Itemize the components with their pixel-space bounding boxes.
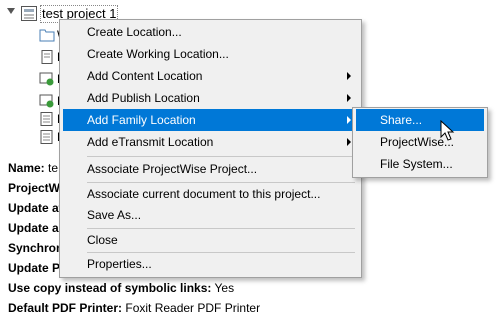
folder-icon <box>39 29 55 42</box>
document-icon <box>41 50 53 64</box>
property-row: Update at <box>8 198 63 218</box>
menu-item-add-family-location[interactable]: Add Family Location <box>63 109 358 131</box>
content-location-icon <box>39 72 54 86</box>
menu-item-label: Add eTransmit Location <box>87 135 214 149</box>
menu-item-label: Add Family Location <box>87 113 196 127</box>
property-label: Update at <box>8 201 63 215</box>
property-label: Default PDF Printer: <box>8 301 123 315</box>
mouse-pointer-icon <box>440 120 455 141</box>
menu-item-label: Create Working Location... <box>87 47 229 61</box>
submenu-arrow-icon <box>347 94 351 102</box>
sheet-icon <box>40 112 53 126</box>
menu-item-label: Save As... <box>87 208 142 222</box>
menu-item-add-publish-location[interactable]: Add Publish Location <box>63 87 358 109</box>
property-label: Use copy instead of symbolic links: <box>8 281 212 295</box>
menu-item-label: Add Content Location <box>87 69 203 83</box>
menu-item-label: Share... <box>380 113 423 127</box>
property-value: Yes <box>214 281 235 295</box>
menu-item-associate-current-document[interactable]: Associate current document to this proje… <box>63 183 358 205</box>
property-row: Name: te <box>8 158 58 178</box>
property-value: Foxit Reader PDF Printer <box>125 301 261 315</box>
menu-item-add-etransmit-location[interactable]: Add eTransmit Location <box>63 131 358 153</box>
menu-item-label: File System... <box>380 157 453 171</box>
menu-item-close[interactable]: Close <box>63 229 358 251</box>
menu-item-label: Close <box>87 233 118 247</box>
property-row: Default PDF Printer: Foxit Reader PDF Pr… <box>8 298 260 318</box>
menu-item-save-as[interactable]: Save As... <box>63 204 358 226</box>
property-row: Update a <box>8 218 59 238</box>
menu-item-associate-projectwise-project[interactable]: Associate ProjectWise Project... <box>63 158 358 180</box>
tree-node-child[interactable]: F <box>0 126 64 148</box>
property-row: ProjectWi <box>8 178 63 198</box>
property-label: ProjectWi <box>8 181 64 195</box>
publish-location-icon <box>39 94 54 108</box>
context-menu: Create Location... Create Working Locati… <box>59 19 362 278</box>
project-icon <box>21 6 37 21</box>
menu-item-label: Create Location... <box>87 25 182 39</box>
tree-node-child[interactable]: F <box>0 46 64 68</box>
submenu-arrow-icon <box>347 116 351 124</box>
menu-item-add-content-location[interactable]: Add Content Location <box>63 65 358 87</box>
menu-item-create-location[interactable]: Create Location... <box>63 21 358 43</box>
property-label: Name: <box>8 161 45 175</box>
expand-arrow-icon[interactable] <box>7 8 15 14</box>
menu-item-label: Add Publish Location <box>87 91 200 105</box>
menu-item-properties[interactable]: Properties... <box>63 253 358 275</box>
tree-node-child[interactable]: W <box>0 24 68 46</box>
property-value: te <box>48 161 59 175</box>
family-location-submenu: Share... ProjectWise... File System... <box>352 107 488 178</box>
menu-item-label: Associate ProjectWise Project... <box>87 162 258 176</box>
property-row: Update P <box>8 258 60 278</box>
tree-node-child[interactable]: F <box>0 68 64 90</box>
submenu-item-share[interactable]: Share... <box>356 109 484 131</box>
submenu-arrow-icon <box>347 72 351 80</box>
menu-separator <box>87 156 355 157</box>
property-row: Synchron <box>8 238 63 258</box>
submenu-arrow-icon <box>347 138 351 146</box>
menu-item-label: Associate current document to this proje… <box>87 187 321 201</box>
submenu-item-projectwise[interactable]: ProjectWise... <box>356 131 484 153</box>
property-row: Use copy instead of symbolic links: Yes <box>8 278 234 298</box>
menu-item-create-working-location[interactable]: Create Working Location... <box>63 43 358 65</box>
property-label: Update a <box>8 221 59 235</box>
property-label: Synchron <box>8 241 64 255</box>
property-label: Update P <box>8 261 61 275</box>
submenu-item-file-system[interactable]: File System... <box>356 153 484 175</box>
sheet-icon <box>40 130 53 144</box>
menu-item-label: Properties... <box>87 257 152 271</box>
